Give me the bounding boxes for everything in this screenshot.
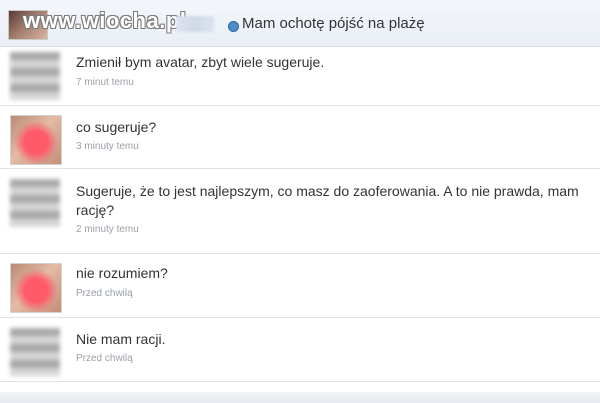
comment-time: Przed chwilą	[76, 353, 133, 364]
status-dot-icon	[228, 21, 239, 32]
comment-time: Przed chwilą	[76, 288, 133, 299]
comment-item: Nie mam racji. Przed chwilą	[0, 318, 600, 382]
pixelated-avatar[interactable]	[10, 179, 60, 227]
pixelated-avatar[interactable]	[10, 52, 60, 100]
comment-text: co sugeruje?	[76, 119, 157, 135]
photo-avatar[interactable]	[10, 263, 62, 313]
comment-item: co sugeruje? 3 minuty temu	[0, 106, 600, 169]
status-header: www.wiocha.pl Mam ochotę pójść na plażę	[0, 0, 600, 47]
comment-time: 7 minut temu	[76, 77, 134, 88]
status-text: Mam ochotę pójść na plażę	[242, 15, 425, 32]
comment-time: 2 minuty temu	[76, 224, 139, 235]
photo-avatar[interactable]	[10, 115, 62, 165]
footer-bar	[0, 392, 600, 403]
comment-text: Sugeruje, że to jest najlepszym, co masz…	[76, 183, 579, 218]
pixelated-avatar[interactable]	[10, 328, 60, 376]
comment-item: Sugeruje, że to jest najlepszym, co masz…	[0, 169, 600, 254]
comment-item: Zmienił bym avatar, zbyt wiele sugeruje.…	[0, 46, 600, 106]
comment-time: 3 minuty temu	[76, 141, 139, 152]
watermark: www.wiocha.pl	[23, 8, 187, 33]
divider	[0, 381, 600, 382]
comment-text: nie rozumiem?	[76, 265, 168, 281]
comment-text: Zmienił bym avatar, zbyt wiele sugeruje.	[76, 54, 325, 70]
comment-item: nie rozumiem? Przed chwilą	[0, 254, 600, 318]
blurred-username	[176, 16, 214, 32]
comment-text: Nie mam racji.	[76, 331, 166, 347]
